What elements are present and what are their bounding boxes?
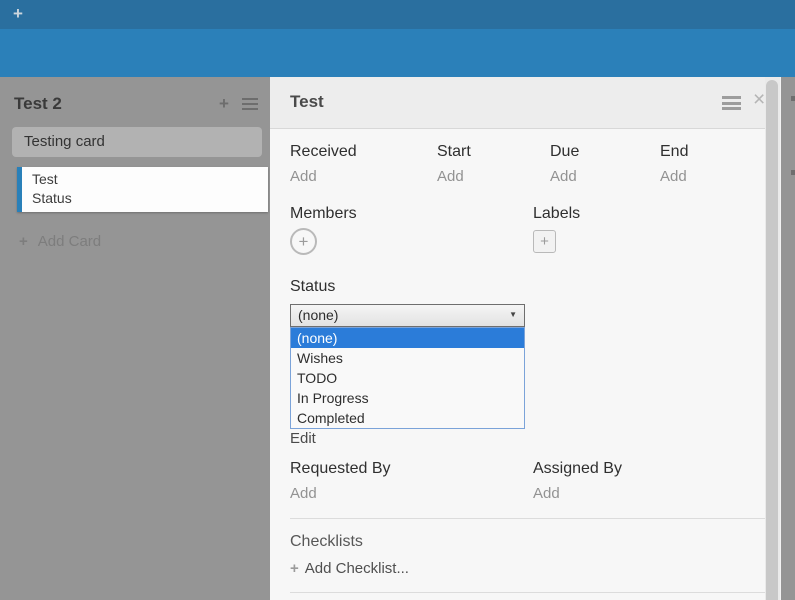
- card-menu-button[interactable]: [722, 96, 741, 115]
- add-card-label: Add Card: [38, 233, 101, 250]
- date-field-received: Received Add: [290, 143, 357, 185]
- status-option-completed[interactable]: Completed: [291, 408, 524, 428]
- card-test-selected[interactable]: Test Status: [17, 167, 268, 212]
- field-label: Start: [437, 143, 471, 161]
- date-field-end: End Add: [660, 143, 688, 185]
- clipped-sidebar-icon: [791, 170, 795, 175]
- add-card-button[interactable]: + Add Card: [19, 233, 101, 250]
- status-option-none[interactable]: (none): [291, 328, 524, 348]
- field-label: Received: [290, 143, 357, 161]
- add-requested-by-link[interactable]: Add: [290, 485, 391, 502]
- mini-card-subtitle: Status: [32, 189, 268, 208]
- add-start-date-link[interactable]: Add: [437, 168, 471, 185]
- card-detail-title[interactable]: Test: [290, 92, 324, 112]
- list-menu-icon[interactable]: [242, 97, 258, 115]
- card-testing-card[interactable]: Testing card: [12, 127, 262, 157]
- clipped-sidebar-icon: [791, 96, 795, 101]
- add-label-button[interactable]: +: [533, 230, 556, 253]
- plus-icon: +: [19, 233, 28, 250]
- add-checklist-label: Add Checklist...: [305, 560, 409, 577]
- add-board-icon[interactable]: +: [13, 4, 23, 24]
- requested-by-field: Requested By Add: [290, 460, 391, 502]
- list-add-card-icon[interactable]: +: [219, 94, 229, 114]
- field-label: End: [660, 143, 688, 161]
- mini-card-title: Test: [32, 170, 268, 189]
- assigned-by-label: Assigned By: [533, 460, 622, 478]
- date-field-due: Due Add: [550, 143, 579, 185]
- hamburger-icon: [242, 98, 258, 110]
- right-edge-strip: [780, 77, 795, 600]
- status-label: Status: [290, 278, 335, 296]
- add-assigned-by-link[interactable]: Add: [533, 485, 622, 502]
- add-checklist-button[interactable]: + Add Checklist...: [290, 560, 409, 577]
- hamburger-icon: [722, 96, 741, 110]
- list-title[interactable]: Test 2: [14, 94, 62, 114]
- app-screen: + Test 2 + Testing card Test Status + Add…: [0, 0, 795, 600]
- card-detail-panel: Test × Received Add Start Add Due Add En…: [270, 77, 780, 600]
- status-option-todo[interactable]: TODO: [291, 368, 524, 388]
- field-label: Due: [550, 143, 579, 161]
- status-option-wishes[interactable]: Wishes: [291, 348, 524, 368]
- labels-label: Labels: [533, 205, 580, 223]
- requested-by-label: Requested By: [290, 460, 391, 478]
- panel-scrollbar: [765, 77, 780, 600]
- board-header-bar: [0, 29, 795, 77]
- checklists-label: Checklists: [290, 533, 363, 551]
- add-received-date-link[interactable]: Add: [290, 168, 357, 185]
- status-selected-value: (none): [298, 307, 338, 323]
- add-end-date-link[interactable]: Add: [660, 168, 688, 185]
- status-option-in-progress[interactable]: In Progress: [291, 388, 524, 408]
- status-edit-link[interactable]: Edit: [290, 430, 316, 447]
- plus-icon: +: [290, 560, 299, 577]
- date-field-start: Start Add: [437, 143, 471, 185]
- scrollbar-thumb[interactable]: [766, 80, 778, 600]
- add-member-button[interactable]: +: [290, 228, 317, 255]
- assigned-by-field: Assigned By Add: [533, 460, 622, 502]
- panel-header: Test ×: [270, 77, 780, 129]
- add-due-date-link[interactable]: Add: [550, 168, 579, 185]
- status-select[interactable]: (none) ▼: [290, 304, 525, 327]
- close-icon[interactable]: ×: [753, 88, 765, 112]
- card-title: Testing card: [12, 127, 262, 157]
- top-navbar: +: [0, 0, 795, 29]
- divider: [290, 518, 765, 519]
- chevron-down-icon: ▼: [509, 310, 517, 319]
- divider: [290, 592, 765, 593]
- status-dropdown-list: (none) Wishes TODO In Progress Completed: [290, 327, 525, 429]
- members-label: Members: [290, 205, 357, 223]
